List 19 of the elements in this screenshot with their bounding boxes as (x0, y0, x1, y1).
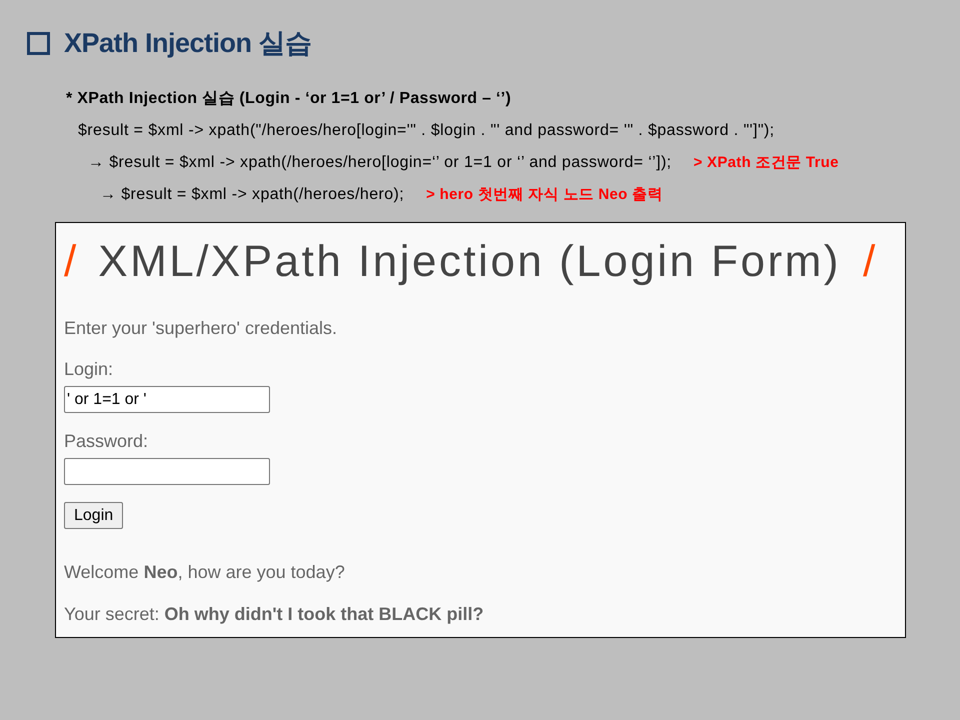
heading-slash: / (862, 240, 876, 284)
remark-text: > XPath 조건문 True (694, 152, 839, 173)
field-label: Login: (64, 358, 114, 380)
message-text: Your secret: Oh why didn't I took that BLACK pill? (64, 602, 484, 626)
remark-text: > hero 첫번째 자식 노드 Neo 출력 (426, 184, 663, 205)
code-line: → $result = $xml -> xpath(/heroes/hero[login=‘’ or 1=1 or ‘’ and password= ‘’]); (88, 153, 672, 173)
slide-title: XPath Injection 실습 (64, 27, 312, 59)
heading-slash: / (64, 240, 76, 284)
text-field[interactable] (64, 458, 270, 485)
code-line: $result = $xml -> xpath("/heroes/hero[login='" . $login . "' and password= '" . $password . "']"); (78, 121, 774, 141)
page-heading: XML/XPath Injection (Login Form) (98, 240, 841, 284)
login-button[interactable]: Login (64, 502, 124, 529)
note-heading: * XPath Injection 실습 (Login - ‘or 1=1 or’ / Password – ‘’) (66, 89, 512, 109)
message-text: Welcome Neo, how are you today? (64, 560, 345, 584)
text-field[interactable]: ' or 1=1 or ' (64, 386, 270, 413)
square-icon (27, 32, 50, 54)
intro-text: Enter your 'superhero' credentials. (64, 316, 338, 340)
code-line: → $result = $xml -> xpath(/heroes/hero); (100, 185, 404, 205)
field-label: Password: (64, 430, 148, 452)
